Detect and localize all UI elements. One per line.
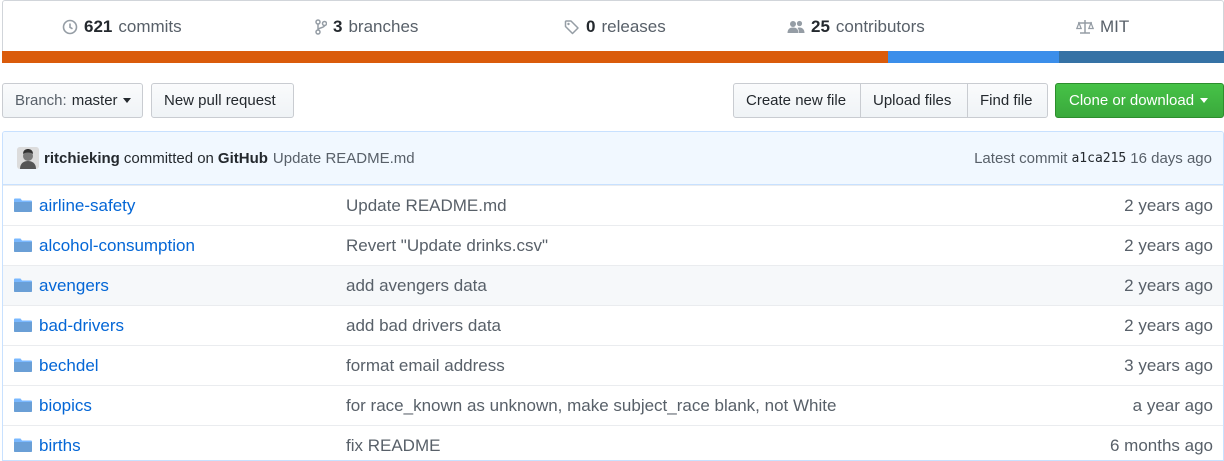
law-icon [1076,20,1094,34]
file-age: 3 years ago [1124,355,1213,375]
file-name-link[interactable]: births [39,436,81,456]
file-name-link[interactable]: airline-safety [39,196,135,216]
file-commit-message-link[interactable]: Revert "Update drinks.csv" [346,236,548,256]
committer-name: GitHub [217,149,268,167]
file-age: a year ago [1132,395,1213,415]
file-age: 6 months ago [1109,435,1213,455]
branches-count: 3 [333,17,343,36]
table-row: alcohol-consumption Revert "Update drink… [3,225,1223,265]
language-bar[interactable] [2,51,1224,63]
file-age: 2 years ago [1124,275,1213,295]
file-age: 2 years ago [1124,235,1213,255]
license-link[interactable]: MIT [1076,15,1129,39]
commits-label: commits [118,17,182,36]
folder-icon [14,198,32,212]
contributors-link[interactable]: 25 contributors [787,15,925,39]
file-name-link[interactable]: bad-drivers [39,316,124,336]
table-row: bechdel format email address 3 years ago [3,345,1223,385]
file-table: ritchieking committed on GitHub Update R… [2,131,1224,461]
file-commit-message-link[interactable]: add avengers data [346,276,487,296]
latest-commit-label: Latest commit [974,150,1068,167]
dropdown-caret-icon [1200,98,1209,103]
folder-icon [14,358,32,372]
commit-tease: ritchieking committed on GitHub Update R… [3,132,1223,185]
find-file-button[interactable]: Find file [967,83,1048,118]
file-name-link[interactable]: bechdel [39,356,99,376]
file-commit-message-link[interactable]: for race_known as unknown, make subject_… [346,396,836,416]
branch-prefix: Branch: [15,92,67,109]
file-commit-message-link[interactable]: fix README [346,436,440,456]
dropdown-caret-icon [122,98,131,103]
file-commit-message-link[interactable]: add bad drivers data [346,316,501,336]
commits-count: 621 [84,17,113,36]
upload-files-button[interactable]: Upload files [860,83,968,118]
table-row: airline-safety Update README.md 2 years … [3,185,1223,225]
table-row: avengers add avengers data 2 years ago [3,265,1223,305]
new-pull-request-button[interactable]: New pull request [151,83,294,118]
commit-author-link[interactable]: ritchieking [44,150,120,167]
people-icon [787,20,805,33]
new-pull-request-label: New pull request [164,92,276,109]
branches-label: branches [348,17,419,36]
table-row: births fix README 6 months ago [3,425,1223,460]
file-name-link[interactable]: alcohol-consumption [39,236,195,256]
table-row: bad-drivers add bad drivers data 2 years… [3,305,1223,345]
commit-verb: committed on [123,149,214,167]
create-new-file-button[interactable]: Create new file [733,83,861,118]
folder-icon [14,398,32,412]
license-label: MIT [1100,17,1130,36]
folder-icon [14,318,32,332]
folder-icon [14,278,32,292]
releases-label: releases [601,17,666,36]
file-name-link[interactable]: avengers [39,276,109,296]
commits-link[interactable]: 621 commits [62,15,182,39]
branch-icon [315,19,327,35]
commit-age: 16 days ago [1130,150,1212,167]
language-segment[interactable] [2,51,888,63]
clone-or-download-label: Clone or download [1069,92,1195,109]
branch-name: master [71,92,118,109]
releases-link[interactable]: 0 releases [564,15,666,39]
file-commit-message-link[interactable]: format email address [346,356,505,376]
upload-files-label: Upload files [873,92,952,109]
contributors-label: contributors [835,17,925,36]
tag-icon [564,20,579,35]
file-actions-group: Create new file Upload files Find file [733,83,1048,118]
file-name-link[interactable]: biopics [39,396,92,416]
history-icon [62,19,78,35]
contributors-count: 25 [811,17,830,36]
branch-select-button[interactable]: Branch: master [2,83,143,118]
commit-sha-link[interactable]: a1ca215 [1071,151,1126,166]
branches-link[interactable]: 3 branches [315,15,418,39]
commit-message-link[interactable]: Update README.md [273,150,415,167]
clone-or-download-button[interactable]: Clone or download [1055,83,1224,118]
folder-icon [14,438,32,452]
find-file-label: Find file [980,92,1033,109]
file-age: 2 years ago [1124,315,1213,335]
folder-icon [14,238,32,252]
language-segment[interactable] [1059,51,1224,63]
table-row: biopics for race_known as unknown, make … [3,385,1223,425]
avatar[interactable] [17,147,39,169]
create-new-file-label: Create new file [746,92,847,109]
language-segment[interactable] [887,51,1060,63]
file-commit-message-link[interactable]: Update README.md [346,196,507,216]
file-age: 2 years ago [1124,195,1213,215]
releases-count: 0 [586,17,596,36]
